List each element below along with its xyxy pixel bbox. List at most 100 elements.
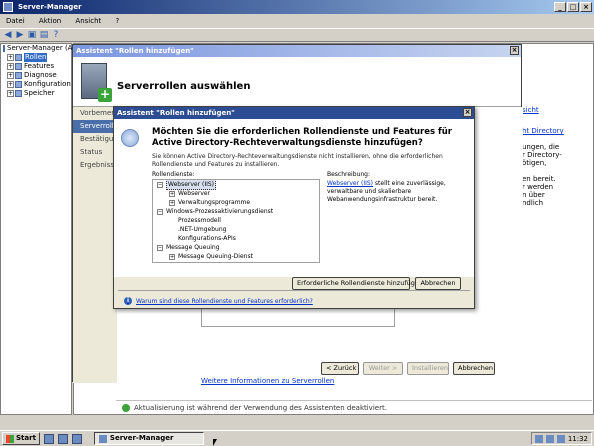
- taskbar-server-manager[interactable]: Server-Manager: [93, 432, 204, 445]
- nav-bestaetigung[interactable]: Bestätigung: [73, 133, 117, 146]
- role-description-box: [201, 307, 395, 327]
- right-pane-fragment: r Directory-: [522, 151, 562, 159]
- menu-bar: Datei Aktion Ansicht ?: [0, 14, 594, 28]
- server-icon: [3, 45, 5, 52]
- right-pane-fragment: ndlich: [522, 199, 544, 207]
- collapse-icon[interactable]: −: [157, 208, 163, 215]
- collapse-icon[interactable]: −: [157, 181, 163, 188]
- show-hide-tree-icon[interactable]: ▤: [39, 30, 49, 40]
- description-label: Beschreibung:: [327, 171, 370, 178]
- dialog-separator: [118, 290, 470, 291]
- diagnose-icon: [15, 72, 22, 79]
- refresh-status-bar: Aktualisierung ist während der Verwendun…: [116, 400, 592, 414]
- dialog-buttons: Erforderliche Rollendienste hinzufügen A…: [292, 277, 461, 290]
- wizard-heading: Serverrollen auswählen: [117, 81, 251, 92]
- right-pane-fragment[interactable]: ht Directory: [522, 127, 594, 135]
- windows-logo-icon: [6, 434, 14, 443]
- main-window-titlebar: Server-Manager _ □ ×: [0, 0, 594, 14]
- role-item-message-queuing-dienst[interactable]: + Message Queuing-Dienst: [153, 252, 319, 261]
- right-pane-fragment: ötigen,: [522, 159, 547, 167]
- add-required-services-button[interactable]: Erforderliche Rollendienste hinzufügen: [292, 277, 423, 290]
- features-gear-icon: [121, 129, 139, 147]
- collapse-icon[interactable]: −: [157, 244, 163, 251]
- help-icon[interactable]: ?: [51, 30, 61, 40]
- next-button[interactable]: Weiter >: [363, 362, 403, 375]
- role-item-konfigurations-apis[interactable]: Konfigurations-APIs: [153, 234, 319, 243]
- dialog-description: Sie können Active Directory-Rechteverwal…: [152, 153, 443, 168]
- clock[interactable]: 11:32: [568, 435, 588, 443]
- dialog-question: Möchten Sie die erforderlichen Rollendie…: [152, 127, 452, 148]
- refresh-status-text: Aktualisierung ist während der Verwendun…: [134, 403, 387, 412]
- dialog-body: Möchten Sie die erforderlichen Rollendie…: [114, 119, 474, 277]
- nav-ergebnisse[interactable]: Ergebnisse: [73, 159, 117, 172]
- tree-item-rollen[interactable]: + Rollen: [1, 53, 71, 62]
- quicklaunch-explorer-icon[interactable]: [71, 433, 82, 444]
- start-button[interactable]: Start: [2, 432, 40, 445]
- role-item-message-queuing[interactable]: − Message Queuing: [153, 243, 319, 252]
- right-pane-fragment[interactable]: sicht: [522, 106, 594, 114]
- server-roles-icon: +: [81, 63, 112, 102]
- taskbar: Start Server-Manager 11:32: [0, 430, 594, 446]
- expand-icon[interactable]: +: [7, 81, 14, 88]
- expand-icon[interactable]: +: [7, 63, 14, 70]
- maximize-button[interactable]: □: [567, 2, 579, 12]
- wizard-cancel-button[interactable]: Abbrechen: [453, 362, 495, 375]
- dialog-titlebar: Assistent "Rollen hinzufügen" ×: [114, 107, 474, 119]
- minimize-button[interactable]: _: [554, 2, 566, 12]
- tree-item-server-manager[interactable]: Server-Manager (A: [1, 44, 72, 53]
- expand-icon[interactable]: +: [7, 90, 14, 97]
- configuration-icon: [15, 81, 22, 88]
- tree-item-diagnose[interactable]: + Diagnose: [1, 71, 71, 80]
- main-window-title: Server-Manager: [18, 3, 82, 11]
- close-button[interactable]: ×: [580, 2, 592, 12]
- refresh-status-icon: [122, 403, 130, 412]
- role-item-was[interactable]: − Windows-Prozessaktivierungsdienst: [153, 207, 319, 216]
- volume-icon[interactable]: [545, 434, 554, 443]
- menu-ansicht[interactable]: Ansicht: [69, 17, 107, 25]
- toolbar: ◀ ▶ ▣ ▤ ?: [0, 28, 594, 42]
- tree-item-speicher[interactable]: + Speicher: [1, 89, 71, 98]
- role-item-webserver[interactable]: + Webserver: [153, 189, 319, 198]
- nav-status[interactable]: Status: [73, 146, 117, 159]
- network-icon[interactable]: [534, 434, 543, 443]
- nav-serverrollen[interactable]: Serverroll: [73, 120, 117, 133]
- role-item-net-umgebung[interactable]: .NET-Umgebung: [153, 225, 319, 234]
- desc-webserver-link[interactable]: Webserver (IIS): [327, 180, 373, 187]
- forward-arrow-icon[interactable]: ▶: [15, 30, 25, 40]
- role-item-verwaltungsprogramme[interactable]: + Verwaltungsprogramme: [153, 198, 319, 207]
- system-tray: 11:32: [530, 432, 592, 445]
- expand-icon[interactable]: +: [7, 72, 14, 79]
- back-arrow-icon[interactable]: ◀: [3, 30, 13, 40]
- security-icon[interactable]: [556, 434, 565, 443]
- back-button[interactable]: < Zurück: [321, 362, 359, 375]
- role-item-prozessmodell[interactable]: Prozessmodell: [153, 216, 319, 225]
- tree-item-konfiguration[interactable]: + Konfiguration: [1, 80, 71, 89]
- wizard-close-button[interactable]: ×: [510, 46, 519, 55]
- required-features-dialog: Assistent "Rollen hinzufügen" × Möchten …: [113, 106, 475, 309]
- role-item-webserver-iis[interactable]: − Webserver (IIS): [153, 180, 319, 190]
- expand-icon[interactable]: +: [169, 253, 175, 260]
- role-services-label: Rollendienste:: [152, 171, 195, 178]
- expand-icon[interactable]: +: [7, 54, 14, 61]
- dialog-title: Assistent "Rollen hinzufügen": [117, 109, 235, 117]
- quicklaunch-server-manager-icon[interactable]: [43, 433, 54, 444]
- nav-vorbemerkungen[interactable]: Vorbemerku: [73, 107, 117, 120]
- wizard-titlebar: Assistent "Rollen hinzufügen" ×: [73, 45, 521, 57]
- up-folder-icon[interactable]: ▣: [27, 30, 37, 40]
- dialog-cancel-button[interactable]: Abbrechen: [415, 277, 461, 290]
- wizard-buttons: < Zurück Weiter > Installieren Abbrechen: [321, 362, 495, 375]
- expand-icon[interactable]: +: [169, 190, 175, 197]
- menu-datei[interactable]: Datei: [0, 17, 31, 25]
- help-icon: i: [124, 297, 132, 305]
- dialog-close-button[interactable]: ×: [463, 108, 472, 117]
- more-info-link[interactable]: Weitere Informationen zu Serverrollen: [201, 377, 334, 385]
- storage-icon: [15, 90, 22, 97]
- why-required-link[interactable]: i Warum sind diese Rollendienste und Fea…: [124, 297, 313, 305]
- role-description: Webserver (IIS) stellt eine zuverlässige…: [327, 180, 446, 203]
- menu-aktion[interactable]: Aktion: [33, 17, 67, 25]
- tree-item-features[interactable]: + Features: [1, 62, 71, 71]
- expand-icon[interactable]: +: [169, 199, 175, 206]
- install-button[interactable]: Installieren: [407, 362, 449, 375]
- quicklaunch-powershell-icon[interactable]: [57, 433, 68, 444]
- menu-help[interactable]: ?: [110, 17, 126, 25]
